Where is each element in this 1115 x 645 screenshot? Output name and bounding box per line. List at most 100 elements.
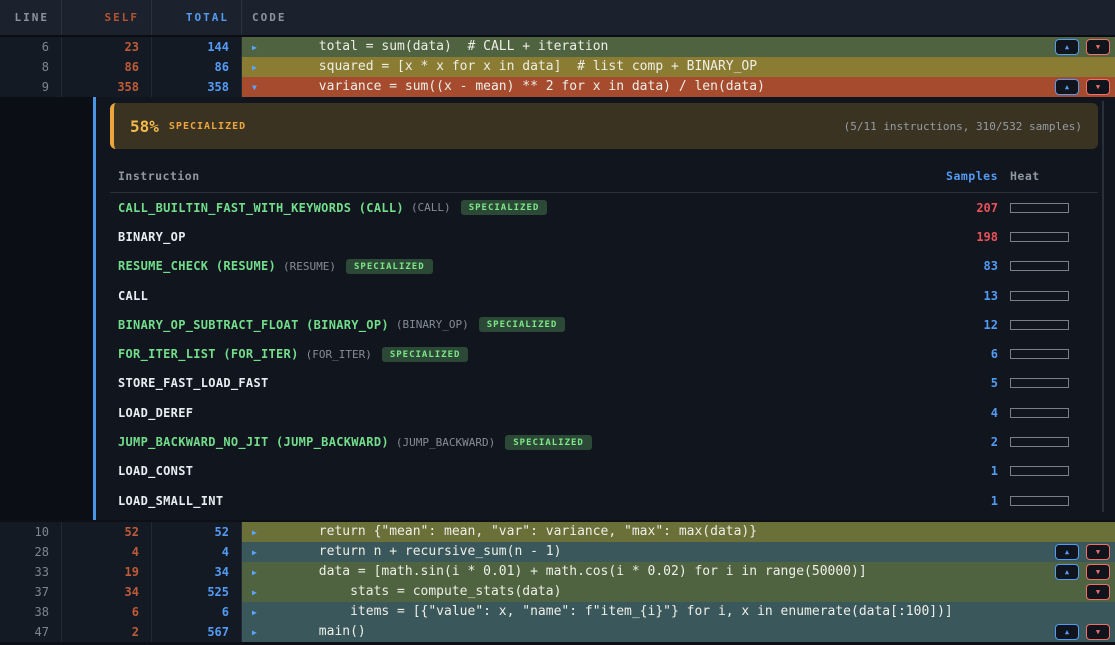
instruction-samples: 2 [938, 435, 998, 449]
expand-toggle-icon[interactable]: ▶ [242, 568, 264, 577]
self-samples-cell: 2 [62, 622, 152, 642]
specialized-badge: SPECIALIZED [505, 435, 592, 450]
instruction-name: BINARY_OP_SUBTRACT_FLOAT (BINARY_OP) [118, 318, 389, 332]
instruction-samples: 83 [938, 259, 998, 273]
instruction-samples: 13 [938, 289, 998, 303]
line-number-cell: 10 [0, 522, 62, 542]
code-row: 37 34 525 ▶ stats = compute_stats(data) … [0, 582, 1115, 602]
code-rows-top: 6 23 144 ▶ total = sum(data) # CALL + it… [0, 37, 1115, 97]
specialized-badge: SPECIALIZED [382, 347, 469, 362]
detail-scrollbar[interactable] [1102, 101, 1104, 512]
instruction-base-op: (JUMP_BACKWARD) [396, 436, 495, 449]
code-cell[interactable]: ▶ squared = [x * x for x in data] # list… [242, 57, 1115, 77]
code-cell[interactable]: ▶ stats = compute_stats(data) ▲ ▼ [242, 582, 1115, 602]
specialized-percent: 58% [130, 117, 159, 136]
instruction-name-group: RESUME_CHECK (RESUME) (RESUME) SPECIALIZ… [118, 259, 938, 274]
code-cell[interactable]: ▼ variance = sum((x - mean) ** 2 for x i… [242, 77, 1115, 97]
instruction-row: JUMP_BACKWARD_NO_JIT (JUMP_BACKWARD) (JU… [110, 427, 1098, 456]
jump-down-button[interactable]: ▼ [1086, 79, 1110, 95]
instruction-row: CALL SPECIALIZED 13 [110, 281, 1098, 310]
jump-up-button[interactable]: ▲ [1055, 564, 1079, 580]
instruction-name: RESUME_CHECK (RESUME) [118, 259, 276, 273]
heat-bar [1010, 408, 1069, 418]
line-number-cell: 6 [0, 37, 62, 57]
total-samples-cell: 86 [152, 57, 242, 77]
instruction-name-group: LOAD_DEREF SPECIALIZED [118, 406, 938, 420]
instruction-row: LOAD_DEREF SPECIALIZED 4 [110, 398, 1098, 427]
expand-toggle-icon[interactable]: ▶ [242, 528, 264, 537]
total-samples-cell: 6 [152, 602, 242, 622]
jump-down-button[interactable]: ▼ [1086, 564, 1110, 580]
jump-up-button[interactable]: ▲ [1055, 79, 1079, 95]
instruction-samples: 4 [938, 406, 998, 420]
code-cell[interactable]: ▶ data = [math.sin(i * 0.01) + math.cos(… [242, 562, 1115, 582]
instruction-name: LOAD_CONST [118, 464, 193, 478]
heat-bar [1010, 378, 1069, 388]
code-row: 28 4 4 ▶ return n + recursive_sum(n - 1)… [0, 542, 1115, 562]
self-samples-cell: 23 [62, 37, 152, 57]
instruction-base-op: (CALL) [411, 201, 451, 214]
line-number-cell: 47 [0, 622, 62, 642]
specialized-label: SPECIALIZED [169, 121, 246, 132]
expand-toggle-icon[interactable]: ▶ [242, 588, 264, 597]
header-self: SELF [62, 0, 152, 35]
instruction-table-header: Instruction Samples Heat [110, 160, 1098, 193]
instruction-samples: 207 [938, 201, 998, 215]
self-samples-cell: 4 [62, 542, 152, 562]
header-instruction: Instruction [118, 169, 938, 183]
self-samples-cell: 19 [62, 562, 152, 582]
header-line: LINE [0, 0, 62, 35]
specialized-badge: SPECIALIZED [346, 259, 433, 274]
total-samples-cell: 358 [152, 77, 242, 97]
instruction-samples: 5 [938, 376, 998, 390]
jump-up-button[interactable]: ▲ [1055, 624, 1079, 640]
instruction-row: LOAD_CONST SPECIALIZED 1 [110, 457, 1098, 486]
source-code: variance = sum((x - mean) ** 2 for x in … [264, 77, 765, 97]
instruction-row: RESUME_CHECK (RESUME) (RESUME) SPECIALIZ… [110, 252, 1098, 281]
instruction-name-group: LOAD_CONST SPECIALIZED [118, 464, 938, 478]
total-samples-cell: 4 [152, 542, 242, 562]
code-cell[interactable]: ▶ main() ▲ ▼ [242, 622, 1115, 642]
code-cell[interactable]: ▶ return {"mean": mean, "var": variance,… [242, 522, 1115, 542]
instruction-name: LOAD_DEREF [118, 406, 193, 420]
line-number-cell: 9 [0, 77, 62, 97]
jump-up-button[interactable]: ▲ [1055, 39, 1079, 55]
heat-bar [1010, 437, 1069, 447]
expand-toggle-icon[interactable]: ▶ [242, 63, 264, 72]
instruction-samples: 6 [938, 347, 998, 361]
instruction-samples: 1 [938, 494, 998, 508]
expand-toggle-icon[interactable]: ▶ [242, 548, 264, 557]
jump-down-button[interactable]: ▼ [1086, 584, 1110, 600]
expand-toggle-icon[interactable]: ▼ [242, 83, 264, 92]
jump-down-button[interactable]: ▼ [1086, 544, 1110, 560]
code-cell[interactable]: ▶ items = [{"value": x, "name": f"item_{… [242, 602, 1115, 622]
expand-toggle-icon[interactable]: ▶ [242, 628, 264, 637]
instruction-name: CALL [118, 289, 148, 303]
heat-bar [1010, 466, 1069, 476]
instruction-name-group: CALL_BUILTIN_FAST_WITH_KEYWORDS (CALL) (… [118, 200, 938, 215]
jump-down-button[interactable]: ▼ [1086, 624, 1110, 640]
total-samples-cell: 144 [152, 37, 242, 57]
jump-down-button[interactable]: ▼ [1086, 39, 1110, 55]
self-samples-cell: 6 [62, 602, 152, 622]
instruction-name-group: FOR_ITER_LIST (FOR_ITER) (FOR_ITER) SPEC… [118, 347, 938, 362]
row-buttons: ▲ ▼ [1055, 564, 1110, 580]
self-samples-cell: 52 [62, 522, 152, 542]
instruction-name: LOAD_SMALL_INT [118, 494, 223, 508]
expand-toggle-icon[interactable]: ▶ [242, 43, 264, 52]
instruction-name-group: JUMP_BACKWARD_NO_JIT (JUMP_BACKWARD) (JU… [118, 435, 938, 450]
code-cell[interactable]: ▶ return n + recursive_sum(n - 1) ▲ ▼ [242, 542, 1115, 562]
heat-bar [1010, 291, 1069, 301]
header-heat: Heat [1010, 169, 1069, 183]
table-header-row: LINE SELF TOTAL CODE [0, 0, 1115, 37]
expand-toggle-icon[interactable]: ▶ [242, 608, 264, 617]
source-code: squared = [x * x for x in data] # list c… [264, 57, 757, 77]
source-code: return {"mean": mean, "var": variance, "… [264, 522, 757, 542]
header-samples: Samples [938, 169, 998, 183]
instruction-row: BINARY_OP SPECIALIZED 198 [110, 222, 1098, 251]
specialized-meta: (5/11 instructions, 310/532 samples) [844, 120, 1082, 133]
code-cell[interactable]: ▶ total = sum(data) # CALL + iteration ▲… [242, 37, 1115, 57]
header-code: CODE [242, 0, 1115, 35]
jump-up-button[interactable]: ▲ [1055, 544, 1079, 560]
detail-gutter [0, 97, 93, 520]
